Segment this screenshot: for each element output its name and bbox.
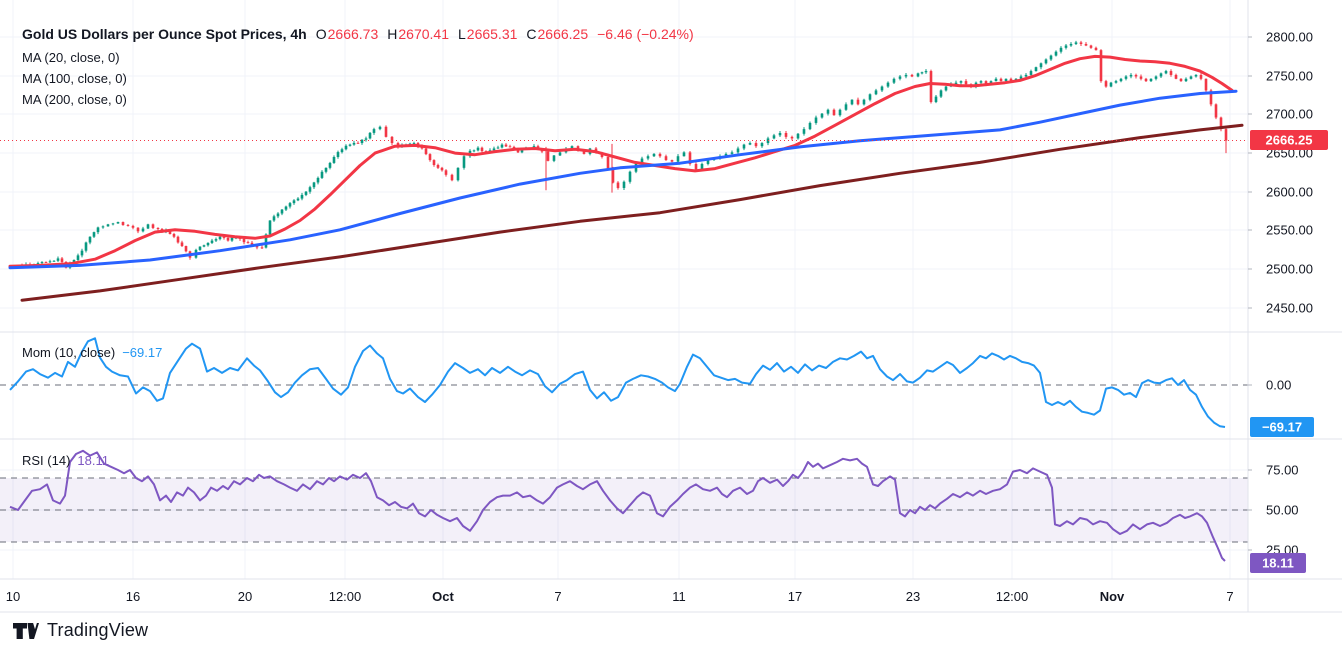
rsi-label: RSI (14) xyxy=(22,453,70,468)
momentum-label: Mom (10, close) xyxy=(22,345,115,360)
svg-text:2600.00: 2600.00 xyxy=(1266,185,1313,200)
last-price-label: 2666.25 xyxy=(1250,130,1328,150)
low-value: 2665.31 xyxy=(467,26,518,42)
svg-text:10: 10 xyxy=(6,589,20,604)
svg-text:2750.00: 2750.00 xyxy=(1266,69,1313,84)
open-label: O xyxy=(316,26,327,42)
momentum-value: −69.17 xyxy=(122,345,162,360)
main-series-legend[interactable]: Gold US Dollars per Ounce Spot Prices, 4… xyxy=(22,26,694,110)
tradingview-chart-widget: 2800.002750.002700.002650.002600.002550.… xyxy=(0,0,1342,659)
momentum-line xyxy=(10,338,1225,427)
svg-text:2700.00: 2700.00 xyxy=(1266,107,1313,122)
price-axis[interactable]: 2800.002750.002700.002650.002600.002550.… xyxy=(1248,0,1342,612)
svg-text:75.00: 75.00 xyxy=(1266,463,1299,478)
symbol-title-row[interactable]: Gold US Dollars per Ounce Spot Prices, 4… xyxy=(22,26,694,42)
svg-text:18.11: 18.11 xyxy=(1262,556,1294,571)
svg-text:16: 16 xyxy=(126,589,140,604)
momentum-value-label: −69.17 xyxy=(1250,417,1314,437)
rsi-value-label: 18.11 xyxy=(1250,553,1306,573)
time-axis[interactable]: 10 16 20 12:00 Oct 7 11 17 23 12:00 Nov 7 xyxy=(0,579,1248,612)
svg-text:2666.25: 2666.25 xyxy=(1266,133,1313,148)
svg-text:12:00: 12:00 xyxy=(996,589,1029,604)
svg-text:2500.00: 2500.00 xyxy=(1266,262,1313,277)
svg-text:2450.00: 2450.00 xyxy=(1266,301,1313,316)
svg-text:17: 17 xyxy=(788,589,802,604)
svg-text:7: 7 xyxy=(1226,589,1233,604)
high-value: 2670.41 xyxy=(398,26,449,42)
ma20-legend[interactable]: MA (20, close, 0) xyxy=(22,47,694,68)
svg-text:20: 20 xyxy=(238,589,252,604)
svg-text:2800.00: 2800.00 xyxy=(1266,30,1313,45)
open-value: 2666.73 xyxy=(328,26,379,42)
svg-text:7: 7 xyxy=(554,589,561,604)
low-label: L xyxy=(458,26,466,42)
rsi-value: 18.11 xyxy=(77,453,109,468)
symbol-title: Gold US Dollars per Ounce Spot Prices, 4… xyxy=(22,26,307,42)
tradingview-logo[interactable]: TradingView xyxy=(12,620,148,641)
svg-text:23: 23 xyxy=(906,589,920,604)
svg-text:11: 11 xyxy=(672,589,686,604)
tradingview-logo-text: TradingView xyxy=(47,620,148,641)
close-label: C xyxy=(526,26,536,42)
svg-text:Oct: Oct xyxy=(432,589,454,604)
svg-text:50.00: 50.00 xyxy=(1266,503,1299,518)
svg-text:12:00: 12:00 xyxy=(329,589,362,604)
svg-text:−69.17: −69.17 xyxy=(1262,420,1302,435)
svg-text:2550.00: 2550.00 xyxy=(1266,223,1313,238)
rsi-legend[interactable]: RSI (14) 18.11 xyxy=(22,452,109,470)
svg-text:Nov: Nov xyxy=(1100,589,1125,604)
momentum-legend[interactable]: Mom (10, close) −69.17 xyxy=(22,344,162,362)
ma200-legend[interactable]: MA (200, close, 0) xyxy=(22,89,694,110)
close-value: 2666.25 xyxy=(538,26,589,42)
time-scale-hitarea[interactable] xyxy=(0,579,1248,612)
ma-200-line xyxy=(22,125,1242,300)
svg-text:0.00: 0.00 xyxy=(1266,378,1291,393)
tradingview-logo-icon xyxy=(12,621,39,641)
ma100-legend[interactable]: MA (100, close, 0) xyxy=(22,68,694,89)
change-value: −6.46 (−0.24%) xyxy=(597,26,694,42)
ma-100-line xyxy=(10,91,1236,268)
high-label: H xyxy=(387,26,397,42)
